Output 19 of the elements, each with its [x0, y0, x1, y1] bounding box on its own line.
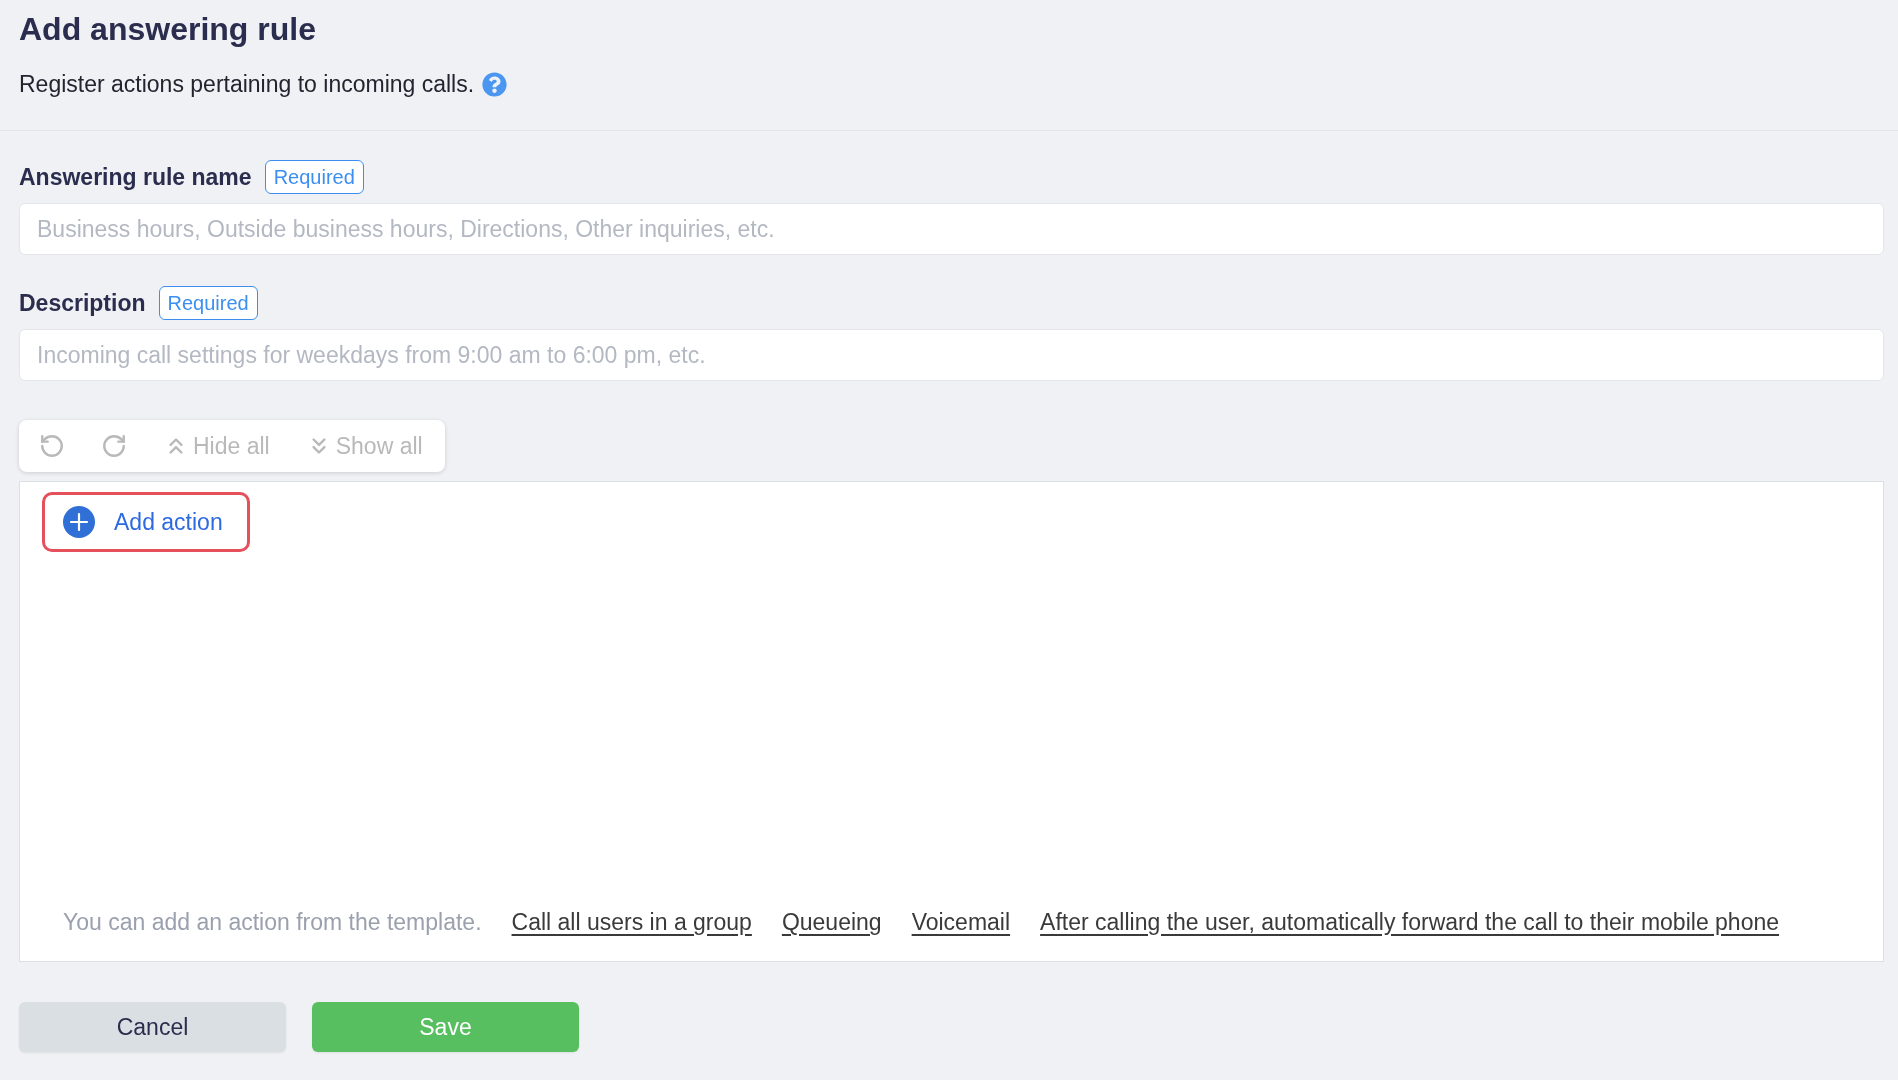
cancel-button[interactable]: Cancel	[19, 1002, 286, 1052]
required-tag: Required	[264, 160, 364, 194]
page-title: Add answering rule	[19, 10, 316, 49]
help-icon[interactable]	[482, 71, 508, 97]
field-label: Answering rule name	[19, 162, 252, 192]
template-link[interactable]: Voicemail	[911, 904, 1011, 939]
page-subtitle: Register actions pertaining to incoming calls.	[19, 69, 475, 99]
field-label: Description	[19, 288, 146, 318]
undo-icon	[39, 433, 65, 459]
redo-icon	[101, 433, 127, 459]
template-link[interactable]: Call all users in a group	[511, 904, 752, 939]
input-field[interactable]: Business hours, Outside business hours, Directions, Other inquiries, etc.	[19, 203, 1884, 255]
template-hint: You can add an action from the template.	[63, 907, 482, 937]
template-link[interactable]: Queueing	[781, 904, 882, 939]
template-link[interactable]: After calling the user, automatically forward the call to their mobile phone	[1040, 904, 1780, 939]
add-action-button[interactable]: Add action	[42, 492, 250, 552]
input-field[interactable]: Incoming call settings for weekdays from 9:00 am to 6:00 pm, etc.	[19, 329, 1884, 381]
plus-icon	[63, 506, 95, 538]
required-tag: Required	[158, 286, 258, 320]
